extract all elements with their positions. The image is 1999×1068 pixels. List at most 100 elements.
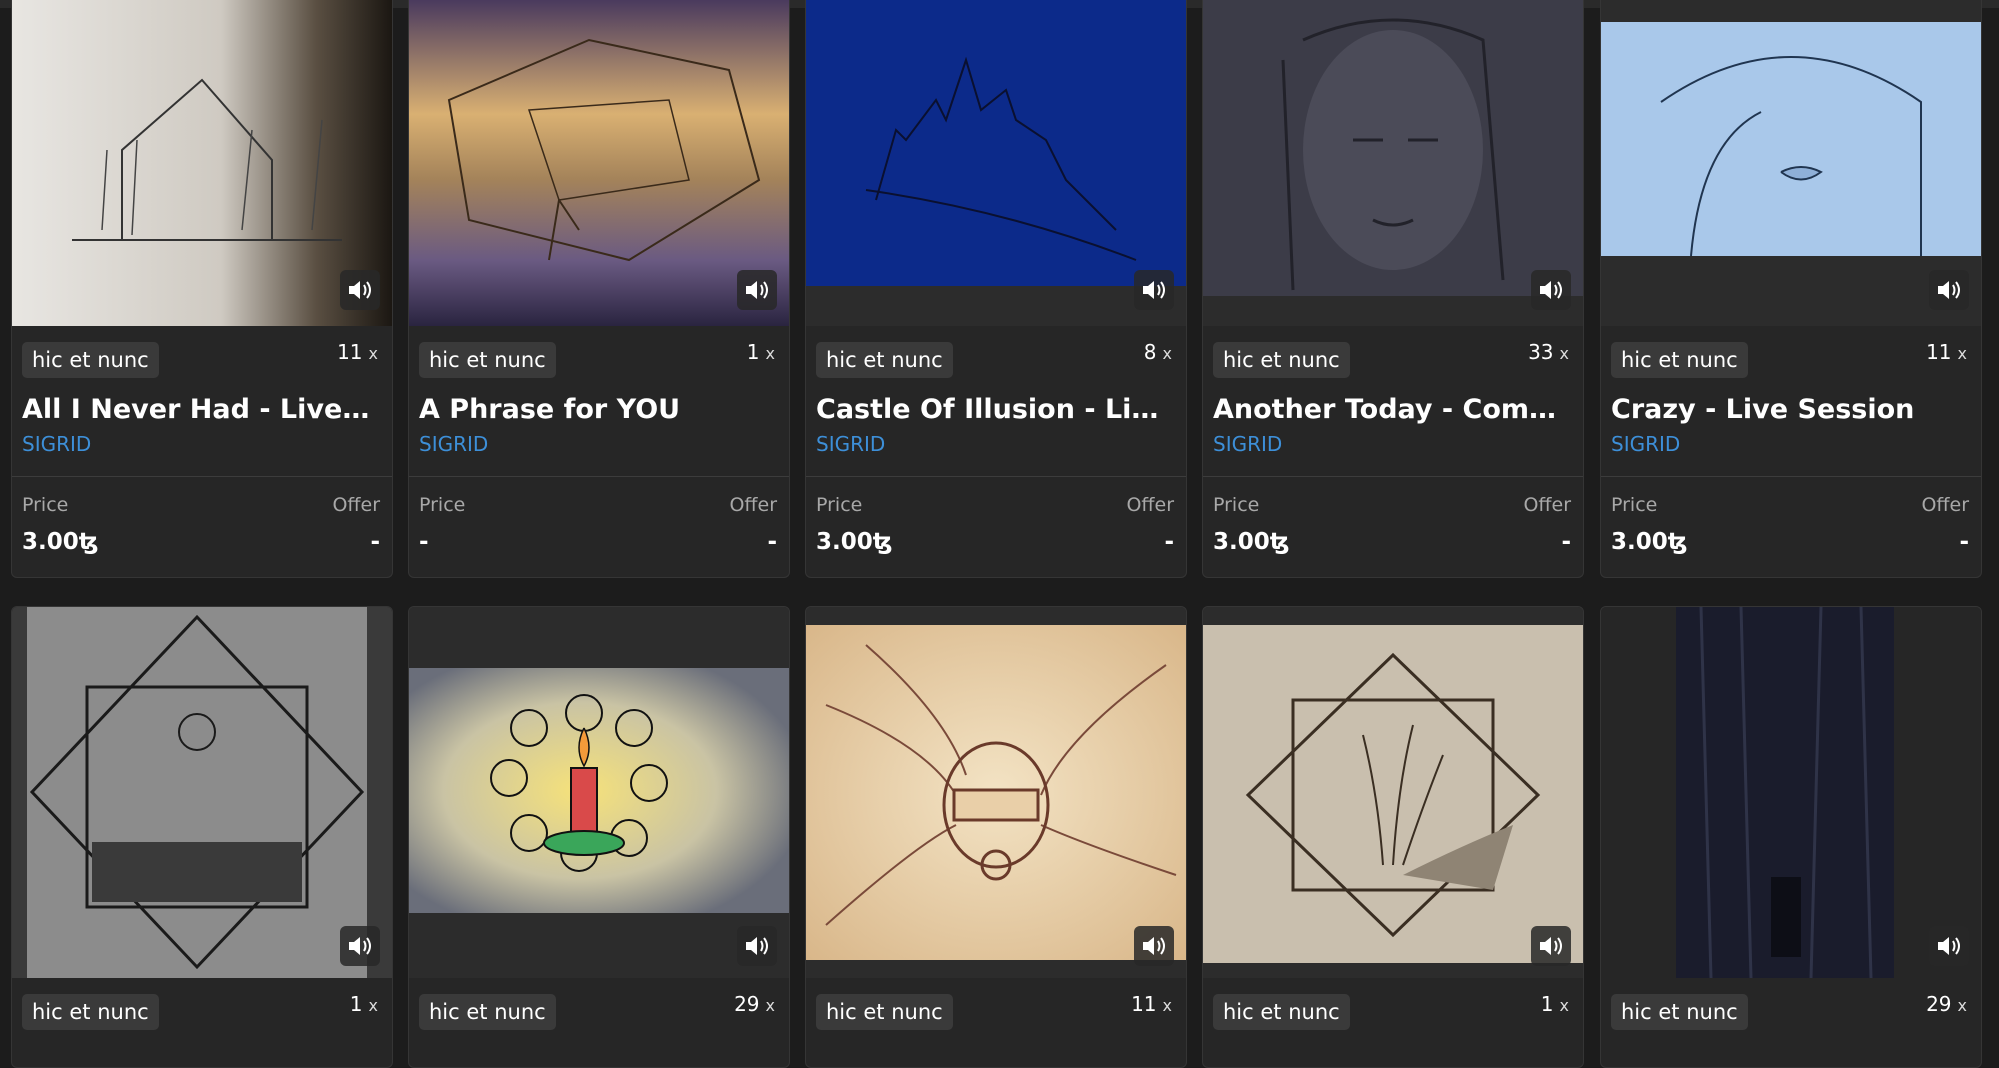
audio-toggle-button[interactable]: [1929, 270, 1969, 310]
token-artwork[interactable]: [806, 0, 1186, 326]
token-title[interactable]: All I Never Had - Live Co...: [22, 394, 377, 425]
audio-toggle-button[interactable]: [1134, 270, 1174, 310]
offer-label: Offer: [1126, 494, 1174, 516]
speaker-icon: [1938, 937, 1960, 955]
token-card[interactable]: hic et nunc 1x: [11, 606, 393, 1068]
price-label: Price: [1611, 494, 1658, 516]
artwork-portrait-woman: [1203, 0, 1583, 296]
artwork-house-sketch: [12, 0, 392, 326]
edition-count-value: 11: [337, 340, 363, 364]
token-artwork[interactable]: [1203, 607, 1583, 978]
artwork-blue-face: [1601, 22, 1981, 256]
audio-toggle-button[interactable]: [737, 926, 777, 966]
audio-toggle-button[interactable]: [1531, 926, 1571, 966]
token-title[interactable]: Castle Of Illusion - Live ...: [816, 394, 1171, 425]
edition-count-value: 1: [746, 340, 760, 364]
token-card[interactable]: hic et nunc 33 x Another Today - Compos..…: [1202, 0, 1584, 578]
edition-count: 11 x: [1926, 340, 1967, 364]
edition-count-suffix: x: [765, 344, 775, 363]
divider: [1601, 476, 1981, 477]
token-card[interactable]: hic et nunc 8x Castle Of Illusion - Live…: [805, 0, 1187, 578]
platform-tag: hic et nunc: [419, 994, 556, 1030]
collection-grid: hic et nunc 11 x All I Never Had - Live C…: [0, 0, 1999, 1068]
platform-tag: hic et nunc: [22, 994, 159, 1030]
audio-toggle-button[interactable]: [1134, 926, 1174, 966]
offer-value: -: [1561, 529, 1571, 555]
speaker-icon: [1143, 937, 1165, 955]
divider: [409, 476, 789, 477]
price-value: 3.00ꜩ: [1611, 529, 1688, 555]
audio-toggle-button[interactable]: [737, 270, 777, 310]
token-title[interactable]: Another Today - Compos...: [1213, 394, 1568, 425]
edition-count: 11 x: [1131, 992, 1172, 1016]
token-artwork[interactable]: [12, 0, 392, 326]
token-artwork[interactable]: [409, 607, 789, 978]
platform-tag: hic et nunc: [816, 994, 953, 1030]
edition-count-suffix: x: [1162, 996, 1172, 1015]
price-label: Price: [22, 494, 69, 516]
edition-count-suffix: x: [1957, 344, 1967, 363]
audio-toggle-button[interactable]: [1929, 926, 1969, 966]
token-artwork[interactable]: [12, 607, 392, 978]
artwork-sunset-star: [409, 0, 789, 326]
token-card[interactable]: hic et nunc 11 x All I Never Had - Live C…: [11, 0, 393, 578]
token-card[interactable]: hic et nunc 1x A Phrase for YOU SIGRID P…: [408, 0, 790, 578]
speaker-icon: [1540, 281, 1562, 299]
platform-tag: hic et nunc: [816, 342, 953, 378]
artwork-diver-hair: [806, 625, 1186, 960]
token-title[interactable]: A Phrase for YOU: [419, 394, 774, 425]
price-label: Price: [419, 494, 466, 516]
edition-count-value: 29: [734, 992, 760, 1016]
artwork-candle: [409, 668, 789, 913]
edition-count-suffix: x: [1559, 996, 1569, 1015]
token-artwork[interactable]: [1601, 607, 1981, 978]
speaker-icon: [1938, 281, 1960, 299]
offer-value: -: [1164, 529, 1174, 555]
artist-link[interactable]: SIGRID: [22, 432, 91, 456]
token-artwork[interactable]: [409, 0, 789, 326]
price-value: 3.00ꜩ: [1213, 529, 1290, 555]
artwork-blue-castle: [806, 0, 1186, 286]
edition-count: 29 x: [1926, 992, 1967, 1016]
artist-link[interactable]: SIGRID: [1611, 432, 1680, 456]
token-card[interactable]: hic et nunc 1x: [1202, 606, 1584, 1068]
edition-count-value: 11: [1131, 992, 1157, 1016]
artwork-reeds-diamond: [1203, 625, 1583, 963]
edition-count-value: 11: [1926, 340, 1952, 364]
token-card[interactable]: hic et nunc 11 x Crazy - Live Session SIG…: [1600, 0, 1982, 578]
offer-value: -: [767, 529, 777, 555]
speaker-icon: [1143, 281, 1165, 299]
edition-count: 33 x: [1528, 340, 1569, 364]
audio-toggle-button[interactable]: [1531, 270, 1571, 310]
offer-label: Offer: [1523, 494, 1571, 516]
edition-count-suffix: x: [368, 344, 378, 363]
token-artwork[interactable]: [1203, 0, 1583, 326]
edition-count: 1x: [747, 340, 775, 364]
token-title[interactable]: Crazy - Live Session: [1611, 394, 1966, 425]
token-card[interactable]: hic et nunc 29 x: [408, 606, 790, 1068]
artist-link[interactable]: SIGRID: [1213, 432, 1282, 456]
edition-count: 29 x: [734, 992, 775, 1016]
token-card[interactable]: hic et nunc 29 x: [1600, 606, 1982, 1068]
divider: [12, 476, 392, 477]
edition-count-value: 1: [349, 992, 363, 1016]
edition-count-value: 8: [1143, 340, 1157, 364]
edition-count-suffix: x: [368, 996, 378, 1015]
edition-count-suffix: x: [1957, 996, 1967, 1015]
speaker-icon: [746, 281, 768, 299]
price-label: Price: [816, 494, 863, 516]
token-card[interactable]: hic et nunc 11 x: [805, 606, 1187, 1068]
token-artwork[interactable]: [806, 607, 1186, 978]
token-artwork[interactable]: [1601, 0, 1981, 326]
edition-count-value: 29: [1926, 992, 1952, 1016]
artist-link[interactable]: SIGRID: [419, 432, 488, 456]
price-value: -: [419, 529, 429, 555]
audio-toggle-button[interactable]: [340, 926, 380, 966]
offer-label: Offer: [729, 494, 777, 516]
offer-value: -: [1959, 529, 1969, 555]
audio-toggle-button[interactable]: [340, 270, 380, 310]
artist-link[interactable]: SIGRID: [816, 432, 885, 456]
speaker-icon: [349, 937, 371, 955]
price-label: Price: [1213, 494, 1260, 516]
artwork-dark-forest: [1601, 607, 1981, 978]
